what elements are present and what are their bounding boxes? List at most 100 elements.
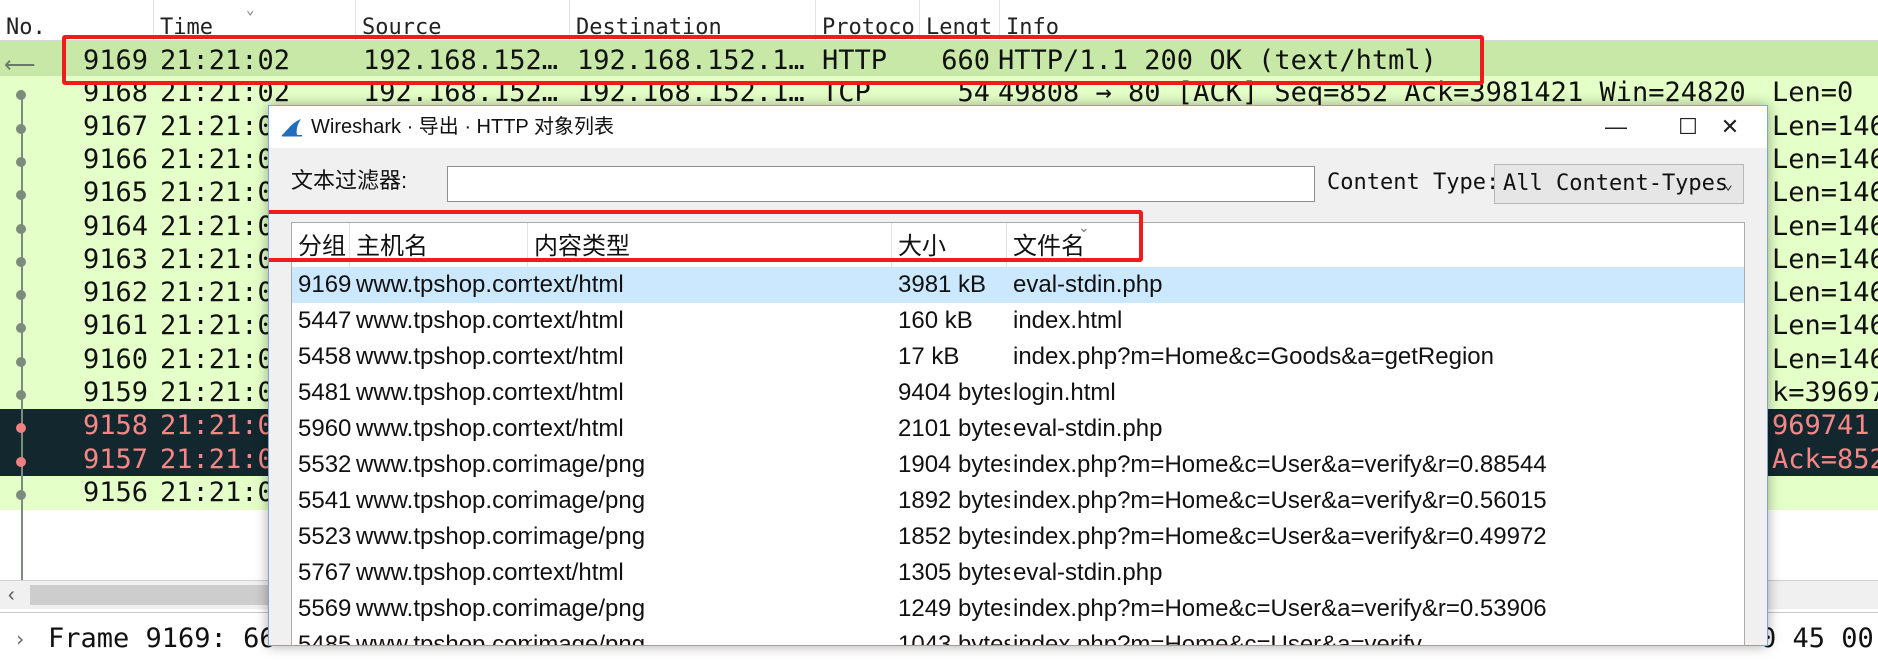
col-header-source[interactable]: Source: [356, 0, 570, 40]
cell-len: 660: [941, 45, 990, 76]
cell-file: index.php?m=Home&c=User&a=verify&r=0.885…: [1013, 451, 1547, 478]
content-type-select[interactable]: All Content-Types ⌄: [1494, 164, 1744, 204]
cell-grp: 9169: [298, 271, 352, 298]
conversation-dot: [16, 290, 26, 300]
cell-host: www.tpshop.com: [356, 343, 532, 370]
cell-no: 9157: [82, 444, 148, 475]
table-row[interactable]: 5523 www.tpshop.com image/png 1852 bytes ind…: [292, 519, 1744, 555]
cell-ctype: text/html: [533, 271, 624, 298]
table-row[interactable]: 5532 www.tpshop.com image/png 1904 bytes ind…: [292, 447, 1744, 483]
cell-tail: Len=146: [1772, 277, 1878, 308]
filter-row: 文本过滤器: Content Type: All Content-Types ⌄: [269, 148, 1767, 214]
expand-chevron-icon[interactable]: ›: [14, 613, 26, 665]
cell-size: 3981 kB: [898, 271, 987, 298]
cell-host: www.tpshop.com: [356, 415, 532, 442]
cell-host: www.tpshop.com: [356, 307, 532, 334]
cell-size: 1249 bytes: [898, 595, 1010, 622]
cell-no: 9161: [82, 310, 148, 341]
table-row[interactable]: 5485 www.tpshop.com image/png 1043 bytes ind…: [292, 627, 1744, 646]
scroll-left-icon[interactable]: ‹: [8, 581, 15, 609]
minimize-button[interactable]: —: [1581, 106, 1651, 148]
cell-ctype: image/png: [533, 595, 646, 622]
content-type-label: Content Type:: [1327, 170, 1500, 195]
export-http-objects-dialog: Wireshark · 导出 · HTTP 对象列表 — ☐ ✕ 文本过滤器: …: [268, 105, 1768, 646]
cell-grp: 5960: [298, 415, 352, 442]
cell-tail: Len=146: [1772, 144, 1878, 175]
cell-size: 1305 bytes: [898, 559, 1010, 586]
cell-file: index.php?m=Home&c=Goods&a=getRegion: [1013, 343, 1494, 370]
hex-bytes: 0 45 00: [1760, 623, 1874, 654]
table-row[interactable]: 9169 www.tpshop.com text/html 3981 kB eval-s…: [292, 267, 1744, 303]
table-row[interactable]: 5569 www.tpshop.com image/png 1249 bytes ind…: [292, 591, 1744, 627]
cell-file: index.php?m=Home&c=User&a=verify&r=0.539…: [1013, 595, 1547, 622]
cell-tail: Len=146: [1772, 344, 1878, 375]
col-header-time[interactable]: Time: [154, 0, 356, 40]
table-row[interactable]: 5447 www.tpshop.com text/html 160 kB index.h…: [292, 303, 1744, 339]
cell-ctype: image/png: [533, 451, 646, 478]
table-row[interactable]: 9169 21:21:02 192.168.152… 192.168.152.1… HT…: [0, 41, 1878, 81]
dialog-titlebar[interactable]: Wireshark · 导出 · HTTP 对象列表 — ☐ ✕: [269, 106, 1767, 148]
col-header-destination[interactable]: Destination: [570, 0, 816, 40]
cell-no: 9166: [82, 144, 148, 175]
related-arrow-icon: ⟵: [4, 52, 36, 77]
cell-proto: HTTP: [822, 45, 888, 76]
cell-size: 1904 bytes: [898, 451, 1010, 478]
cell-host: www.tpshop.com: [356, 559, 532, 586]
cell-grp: 5569: [298, 595, 352, 622]
cell-file: eval-stdin.php: [1013, 415, 1163, 442]
http-objects-table[interactable]: 分组 主机名 内容类型 大小 ⌄ 文件名 9169 www.tpshop.com t…: [291, 222, 1745, 646]
th-filename[interactable]: 文件名: [1007, 223, 1744, 267]
cell-file: index.php?m=Home&c=User&a=verify&r=0.560…: [1013, 487, 1547, 514]
cell-tail: Len=146: [1772, 211, 1878, 242]
conversation-dot: [16, 423, 26, 433]
cell-no: 9169: [82, 45, 148, 76]
th-hostname[interactable]: 主机名: [350, 223, 528, 267]
table-header: 分组 主机名 内容类型 大小 ⌄ 文件名: [292, 223, 1744, 268]
cell-tail: Len=146: [1772, 310, 1878, 341]
cell-grp: 5532: [298, 451, 352, 478]
conversation-dot: [16, 490, 26, 500]
sort-caret-icon: ⌄: [246, 2, 255, 18]
cell-dst: 192.168.152.1…: [577, 45, 805, 76]
cell-file: eval-stdin.php: [1013, 559, 1163, 586]
cell-ctype: image/png: [533, 631, 646, 646]
cell-src: 192.168.152…: [363, 45, 559, 76]
cell-ctype: image/png: [533, 523, 646, 550]
cell-size: 160 kB: [898, 307, 973, 334]
cell-ctype: text/html: [533, 379, 624, 406]
cell-file: index.php?m=Home&c=User&a=verify&r=0.499…: [1013, 523, 1547, 550]
cell-tail: Len=146: [1772, 177, 1878, 208]
cell-time: 21:21:02: [160, 45, 291, 76]
cell-host: www.tpshop.com: [356, 379, 532, 406]
table-row[interactable]: 5767 www.tpshop.com text/html 1305 bytes eva…: [292, 555, 1744, 591]
table-row[interactable]: 5458 www.tpshop.com text/html 17 kB index.ph…: [292, 339, 1744, 375]
cell-grp: 5481: [298, 379, 352, 406]
cell-grp: 5541: [298, 487, 352, 514]
cell-host: www.tpshop.com: [356, 487, 532, 514]
text-filter-input[interactable]: [447, 166, 1315, 202]
table-row[interactable]: 5481 www.tpshop.com text/html 9404 bytes log…: [292, 375, 1744, 411]
cell-ctype: text/html: [533, 343, 624, 370]
col-header-protocol[interactable]: Protoco: [816, 0, 920, 40]
cell-tail: Len=0: [1772, 77, 1854, 108]
cell-file: eval-stdin.php: [1013, 271, 1163, 298]
th-packet[interactable]: 分组: [292, 223, 350, 267]
cell-host: www.tpshop.com: [356, 451, 532, 478]
col-header-info[interactable]: Info: [1000, 0, 1878, 40]
conversation-dot: [16, 157, 26, 167]
conversation-dot: [16, 257, 26, 267]
cell-tail: k=39697: [1772, 377, 1878, 408]
cell-file: index.php?m=Home&c=User&a=verify: [1013, 631, 1422, 646]
cell-ctype: image/png: [533, 487, 646, 514]
close-button[interactable]: ✕: [1695, 106, 1765, 148]
col-header-no[interactable]: No.: [0, 0, 154, 40]
cell-size: 9404 bytes: [898, 379, 1010, 406]
cell-tail: Len=146: [1772, 244, 1878, 275]
cell-size: 1892 bytes: [898, 487, 1010, 514]
cell-ctype: text/html: [533, 415, 624, 442]
table-row[interactable]: 5960 www.tpshop.com text/html 2101 bytes eva…: [292, 411, 1744, 447]
table-row[interactable]: 5541 www.tpshop.com image/png 1892 bytes ind…: [292, 483, 1744, 519]
col-header-length[interactable]: Lengt: [920, 0, 1000, 40]
th-content-type[interactable]: 内容类型: [528, 223, 892, 267]
th-size[interactable]: 大小: [892, 223, 1007, 267]
